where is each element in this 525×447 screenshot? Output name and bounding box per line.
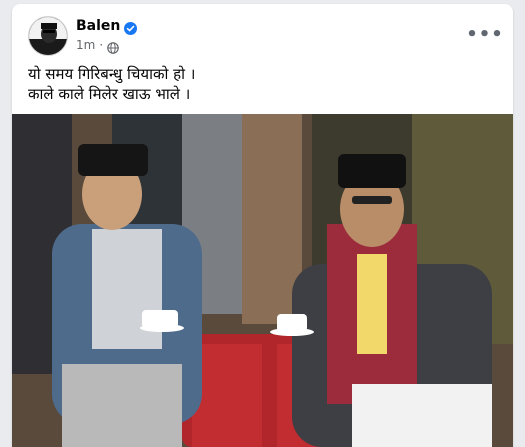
photo-illustration xyxy=(12,114,513,447)
post-text: यो समय गिरिबन्धु चियाको हो । काले काले म… xyxy=(28,64,497,104)
verified-badge-icon xyxy=(124,20,138,35)
more-options-button[interactable]: ••• xyxy=(466,20,503,48)
meta-separator: · xyxy=(99,38,104,52)
post-timestamp[interactable]: 1m xyxy=(76,38,95,52)
post-text-line-2: काले काले मिलेर खाऊ भाले । xyxy=(28,85,191,103)
author-name[interactable]: Balen xyxy=(76,18,120,34)
globe-icon xyxy=(107,39,119,54)
post-text-line-1: यो समय गिरिबन्धु चियाको हो । xyxy=(28,65,196,83)
post-header: Balen 1m · ••• xyxy=(28,16,503,60)
avatar-image xyxy=(29,17,67,55)
author-avatar[interactable] xyxy=(28,16,68,56)
post-photo[interactable] xyxy=(12,114,513,447)
post-card: Balen 1m · ••• यो समय गिरिबन्धु चियाको ह… xyxy=(12,4,513,447)
